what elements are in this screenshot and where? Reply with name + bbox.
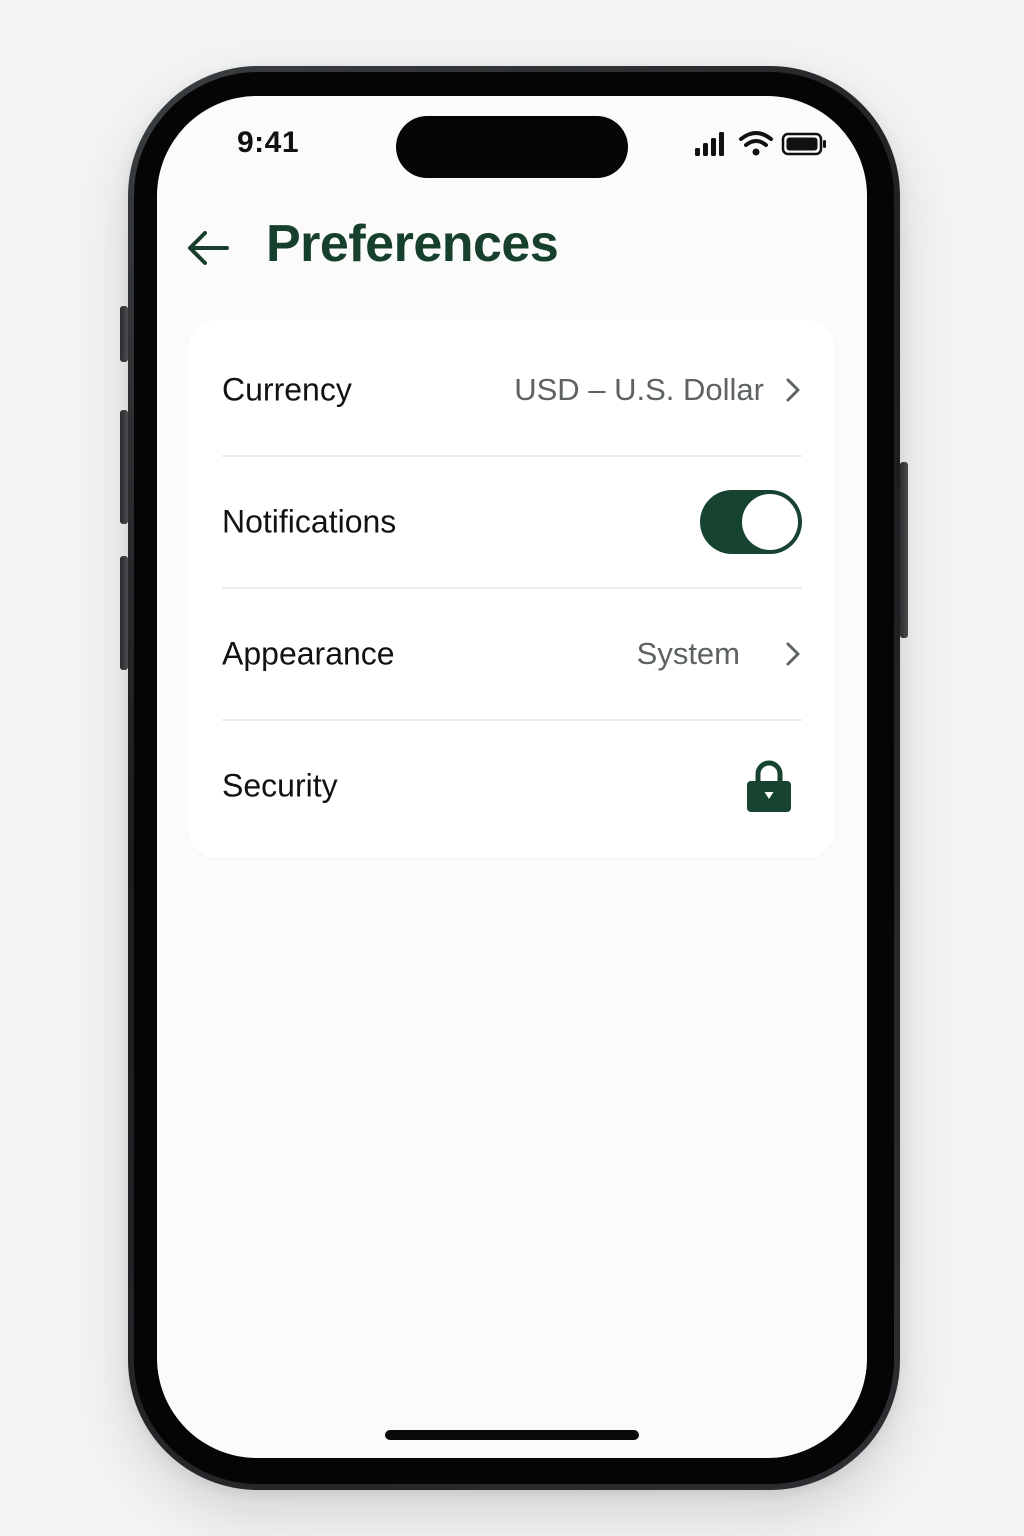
notifications-toggle[interactable] xyxy=(700,490,802,554)
page-title: Preferences xyxy=(266,215,559,273)
settings-row-security[interactable]: Security xyxy=(222,720,802,852)
status-time: 9:41 xyxy=(237,126,300,159)
toggle-knob xyxy=(742,494,798,550)
phone-screen: 9:41 Preferences Currency USD – U.S. Dol… xyxy=(157,96,867,1458)
settings-card: Currency USD – U.S. Dollar Notifications… xyxy=(188,320,835,858)
settings-row-appearance[interactable]: Appearance System xyxy=(222,588,802,720)
settings-row-label: Currency xyxy=(222,371,352,408)
settings-row-currency[interactable]: Currency USD – U.S. Dollar xyxy=(222,324,802,456)
action-button xyxy=(120,306,128,362)
lock-icon xyxy=(747,760,791,812)
volume-down-button xyxy=(120,556,128,670)
dynamic-island xyxy=(396,116,628,178)
settings-row-label: Notifications xyxy=(222,503,397,540)
volume-up-button xyxy=(120,410,128,524)
appearance-value: System xyxy=(636,636,740,671)
wifi-icon xyxy=(739,131,773,156)
home-indicator[interactable] xyxy=(385,1430,639,1440)
settings-row-label: Security xyxy=(222,767,338,804)
status-icons xyxy=(695,131,826,156)
battery-icon xyxy=(781,132,826,156)
chevron-right-icon xyxy=(786,378,800,402)
settings-row-label: Appearance xyxy=(222,635,395,672)
currency-value: USD – U.S. Dollar xyxy=(514,372,764,407)
back-arrow-icon[interactable] xyxy=(185,224,233,272)
cellular-signal-icon xyxy=(695,132,724,156)
power-button xyxy=(900,462,908,638)
settings-row-notifications[interactable]: Notifications xyxy=(222,456,802,588)
chevron-right-icon xyxy=(786,642,800,666)
